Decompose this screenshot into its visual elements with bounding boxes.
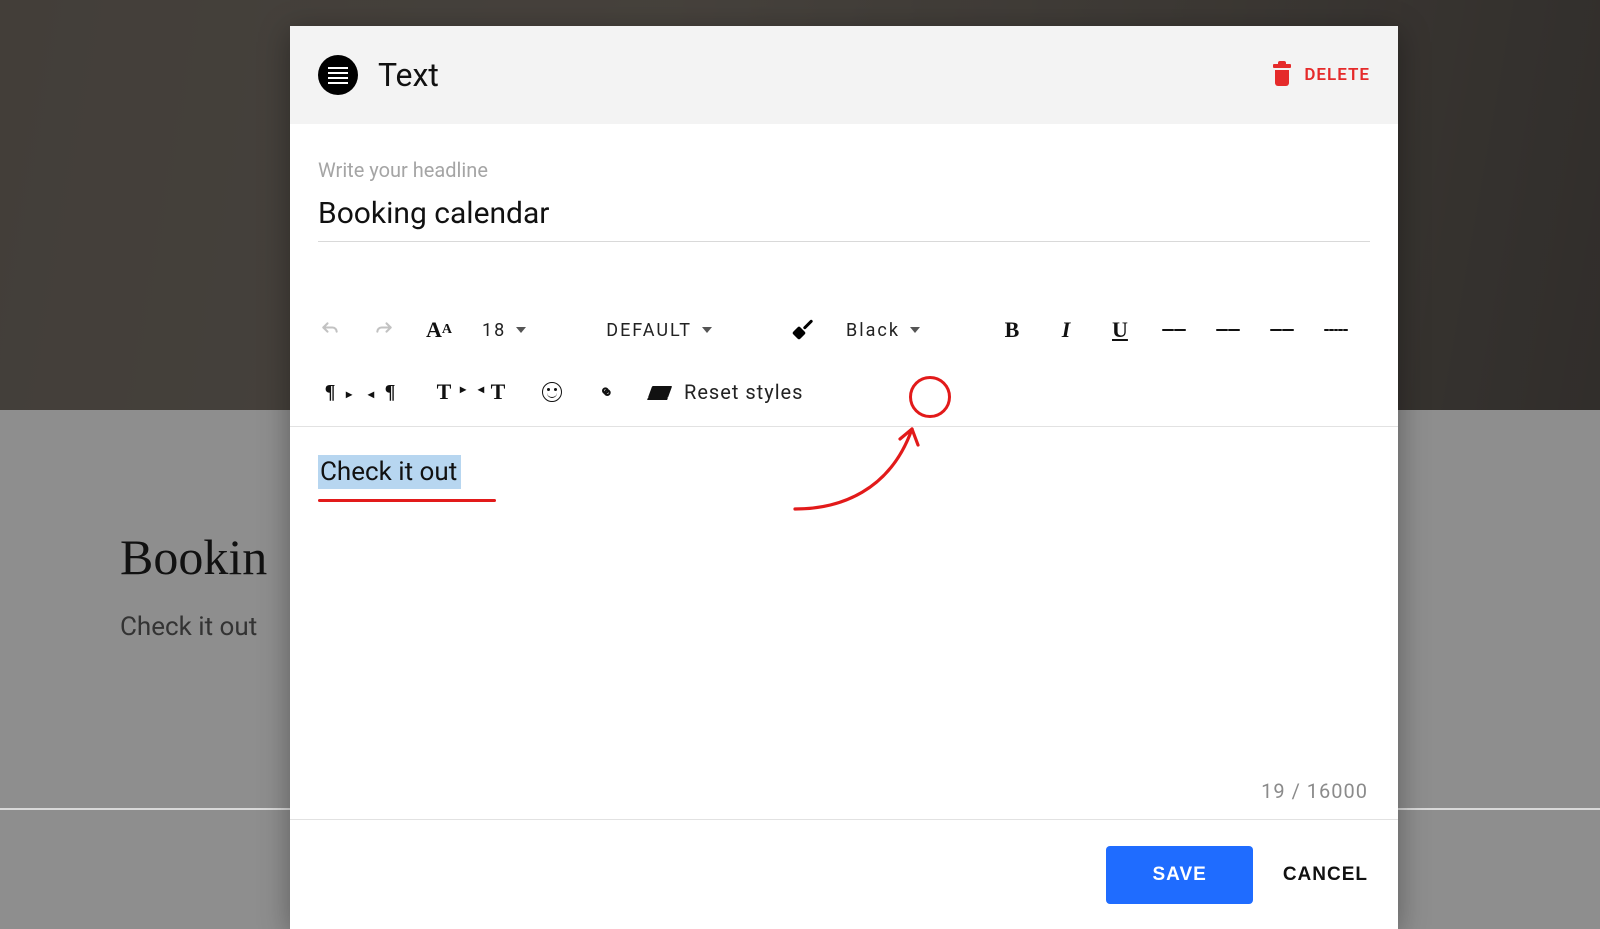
delete-label: DELETE <box>1304 65 1370 85</box>
headline-input[interactable] <box>318 190 1370 242</box>
align-left-button[interactable] <box>1162 327 1186 334</box>
font-family-value: DEFAULT <box>606 320 692 341</box>
reset-styles-label: Reset styles <box>684 380 803 404</box>
ltr-button[interactable]: ¶ <box>318 381 342 404</box>
emoji-button[interactable] <box>540 382 564 402</box>
headline-area: Write your headline <box>290 124 1398 254</box>
delete-button[interactable]: DELETE <box>1272 64 1370 86</box>
caret-down-icon <box>516 327 526 333</box>
character-counter: 19 / 16000 <box>290 779 1398 819</box>
bold-button[interactable]: B <box>1000 317 1024 343</box>
underline-button[interactable]: U <box>1108 317 1132 343</box>
trash-icon <box>1272 64 1292 86</box>
font-size-icon[interactable]: AA <box>426 317 452 343</box>
headline-placeholder: Write your headline <box>318 158 1370 182</box>
caret-down-icon <box>910 327 920 333</box>
editor-body[interactable]: Check it out <box>290 427 1398 779</box>
align-right-button[interactable] <box>1270 327 1294 334</box>
reset-styles-button[interactable] <box>648 386 672 398</box>
text-color-select[interactable]: Black <box>846 320 920 341</box>
cancel-button[interactable]: CANCEL <box>1283 864 1368 886</box>
text-block-icon <box>318 55 358 95</box>
italic-button[interactable]: I <box>1054 317 1078 343</box>
redo-button[interactable] <box>372 320 396 340</box>
smiley-icon <box>542 382 562 402</box>
modal-title: Text <box>378 56 439 94</box>
font-size-select[interactable]: 18 <box>482 320 526 341</box>
toolbar-row-2: ¶ ¶ T▸ ◂T ⚭ Reset styles <box>318 368 1370 416</box>
align-justify-button[interactable] <box>1324 327 1348 334</box>
modal-footer: SAVE CANCEL <box>290 819 1398 929</box>
indent-increase-button[interactable]: T▸ <box>432 379 456 405</box>
text-color-button[interactable] <box>792 320 816 340</box>
background-page-title: Bookin <box>120 528 267 586</box>
font-family-select[interactable]: DEFAULT <box>606 320 712 341</box>
background-page-subtitle: Check it out <box>120 612 257 642</box>
brush-icon <box>794 320 814 340</box>
text-color-value: Black <box>846 320 900 341</box>
caret-down-icon <box>702 327 712 333</box>
text-editor-modal: Text DELETE Write your headline AA 18 <box>290 26 1398 929</box>
selected-text[interactable]: Check it out <box>318 455 461 489</box>
editor-toolbar: AA 18 DEFAULT Black B I U <box>290 254 1398 426</box>
font-size-value: 18 <box>482 320 506 341</box>
link-icon: ⚭ <box>593 379 619 405</box>
indent-decrease-button[interactable]: ◂T <box>486 379 510 405</box>
align-center-button[interactable] <box>1216 327 1240 334</box>
insert-link-button[interactable]: ⚭ <box>594 382 618 403</box>
eraser-icon <box>648 386 672 398</box>
toolbar-row-1: AA 18 DEFAULT Black B I U <box>318 306 1370 354</box>
save-button[interactable]: SAVE <box>1106 846 1252 904</box>
undo-button[interactable] <box>318 320 342 340</box>
rtl-button[interactable]: ¶ <box>378 381 402 404</box>
annotation-underline <box>318 499 496 502</box>
modal-header: Text DELETE <box>290 26 1398 124</box>
